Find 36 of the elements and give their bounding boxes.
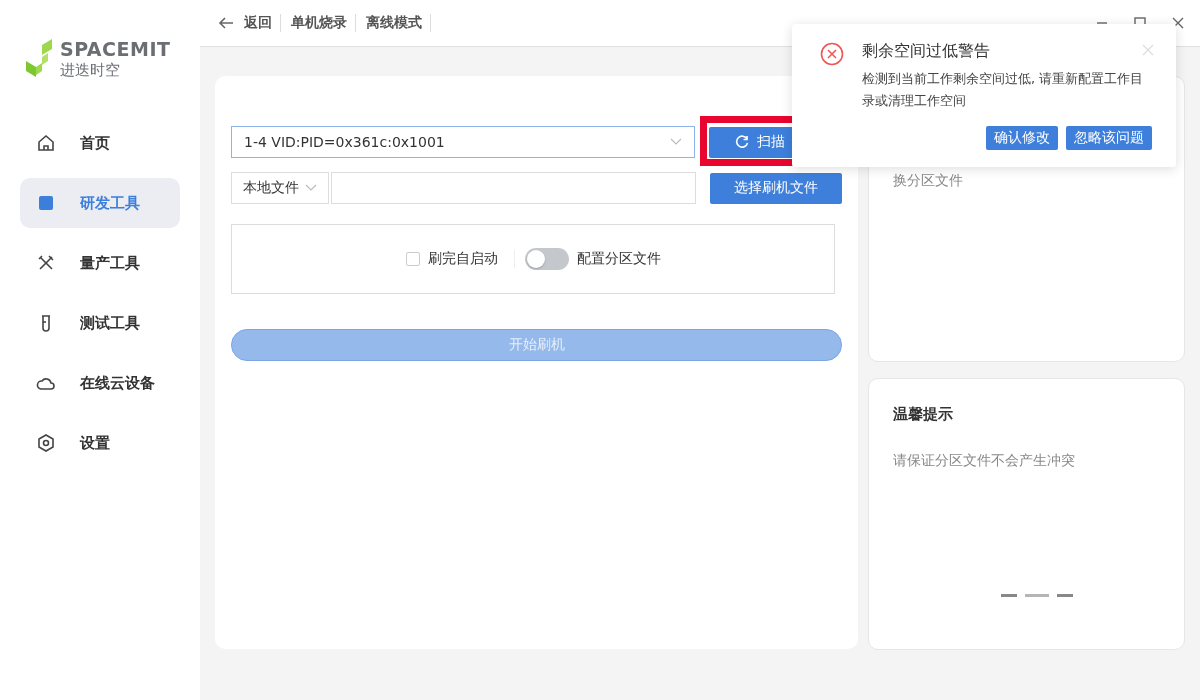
- sidebar-item[interactable]: 量产工具: [20, 238, 180, 288]
- settings-icon: [36, 433, 56, 453]
- close-icon[interactable]: [1172, 17, 1184, 29]
- sidebar-item[interactable]: 设置: [20, 418, 180, 468]
- device-select[interactable]: 1-4 VID:PID=0x361c:0x1001: [231, 126, 695, 158]
- carousel-indicator[interactable]: [1024, 594, 1049, 597]
- logo-icon: [26, 39, 54, 77]
- partition-toggle[interactable]: 配置分区文件: [524, 248, 661, 270]
- breadcrumb-item[interactable]: 离线模式: [366, 14, 431, 32]
- auto-start-checkbox[interactable]: 刷完自启动: [405, 250, 515, 268]
- logo-text: SPACEMIT: [60, 38, 171, 60]
- logo-subtitle: 进迭时空: [60, 63, 121, 78]
- breadcrumb-item[interactable]: 单机烧录: [291, 14, 356, 32]
- chevron-down-icon: [305, 184, 317, 192]
- file-path-field[interactable]: [331, 172, 696, 204]
- error-icon: [820, 42, 844, 66]
- carousel-indicator[interactable]: [1000, 594, 1017, 597]
- tip-title: 温馨提示: [893, 405, 954, 424]
- tip-text: 请保证分区文件不会产生冲突: [893, 452, 1076, 470]
- alert-title: 剩余空间过低警告: [862, 41, 990, 62]
- back-link[interactable]: 返回: [244, 14, 281, 32]
- info-text: 换分区文件: [893, 172, 963, 188]
- back-arrow-icon[interactable]: [218, 16, 234, 30]
- alert-message: 检测到当前工作剩余空间过低, 请重新配置工作目录或清理工作空间: [862, 70, 1145, 110]
- chevron-down-icon: [670, 138, 682, 146]
- choose-file-button[interactable]: 选择刷机文件: [709, 172, 842, 204]
- sidebar-item[interactable]: 在线云设备: [20, 358, 180, 408]
- ignore-button[interactable]: 忽略该问题: [1066, 126, 1152, 150]
- carousel-indicator[interactable]: [1056, 594, 1073, 597]
- refresh-icon: [735, 135, 749, 149]
- sidebar-item[interactable]: 测试工具: [20, 298, 180, 348]
- scan-button[interactable]: 扫描: [709, 126, 793, 158]
- home-icon: [36, 133, 56, 153]
- source-select[interactable]: 本地文件: [231, 172, 329, 204]
- sidebar-item[interactable]: 首页: [20, 118, 180, 168]
- confirm-button[interactable]: 确认修改: [986, 126, 1058, 150]
